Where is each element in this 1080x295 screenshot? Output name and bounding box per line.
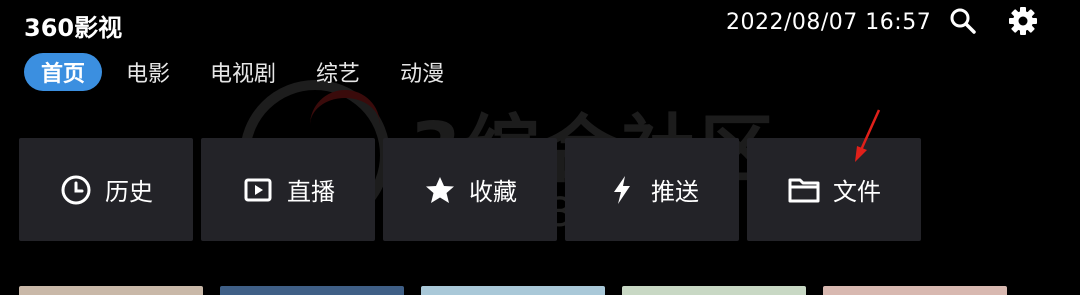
search-icon — [950, 8, 976, 34]
datetime: 2022/08/07 16:57 — [726, 10, 932, 35]
search-button[interactable] — [946, 4, 980, 38]
clock-icon — [59, 173, 93, 207]
bolt-icon — [605, 173, 639, 207]
content-thumbnail[interactable] — [823, 286, 1007, 295]
tab-movies[interactable]: 电影 — [110, 53, 186, 91]
files-card[interactable]: 文件 — [747, 138, 921, 241]
app-screen: 3综合社区 www.i3zh.com 360影视 2022/08/07 16:5… — [0, 0, 1080, 295]
tab-home[interactable]: 首页 — [24, 53, 103, 91]
push-card[interactable]: 推送 — [565, 138, 739, 241]
settings-button[interactable] — [1006, 4, 1040, 38]
app-title: 360影视 — [24, 14, 123, 42]
history-card[interactable]: 历史 — [19, 138, 193, 241]
content-thumbnail[interactable] — [622, 286, 806, 295]
gear-icon — [1009, 7, 1037, 35]
files-label: 文件 — [833, 178, 881, 206]
annotation-arrow — [855, 109, 881, 162]
category-tabs: 首页 电影 电视剧 综艺 动漫 — [24, 53, 468, 91]
tab-tv-series[interactable]: 电视剧 — [194, 53, 292, 91]
favorites-label: 收藏 — [469, 178, 517, 206]
tab-anime[interactable]: 动漫 — [384, 53, 460, 91]
content-thumbnail[interactable] — [19, 286, 203, 295]
folder-icon — [787, 173, 821, 207]
content-thumbnail[interactable] — [421, 286, 605, 295]
favorites-card[interactable]: 收藏 — [383, 138, 557, 241]
play-icon — [241, 173, 275, 207]
live-label: 直播 — [287, 178, 335, 206]
tab-variety[interactable]: 综艺 — [300, 53, 376, 91]
push-label: 推送 — [651, 178, 699, 206]
history-label: 历史 — [105, 178, 153, 206]
watermark-logo-arc — [310, 90, 380, 130]
live-card[interactable]: 直播 — [201, 138, 375, 241]
content-thumbnail[interactable] — [220, 286, 404, 295]
star-icon — [423, 173, 457, 207]
